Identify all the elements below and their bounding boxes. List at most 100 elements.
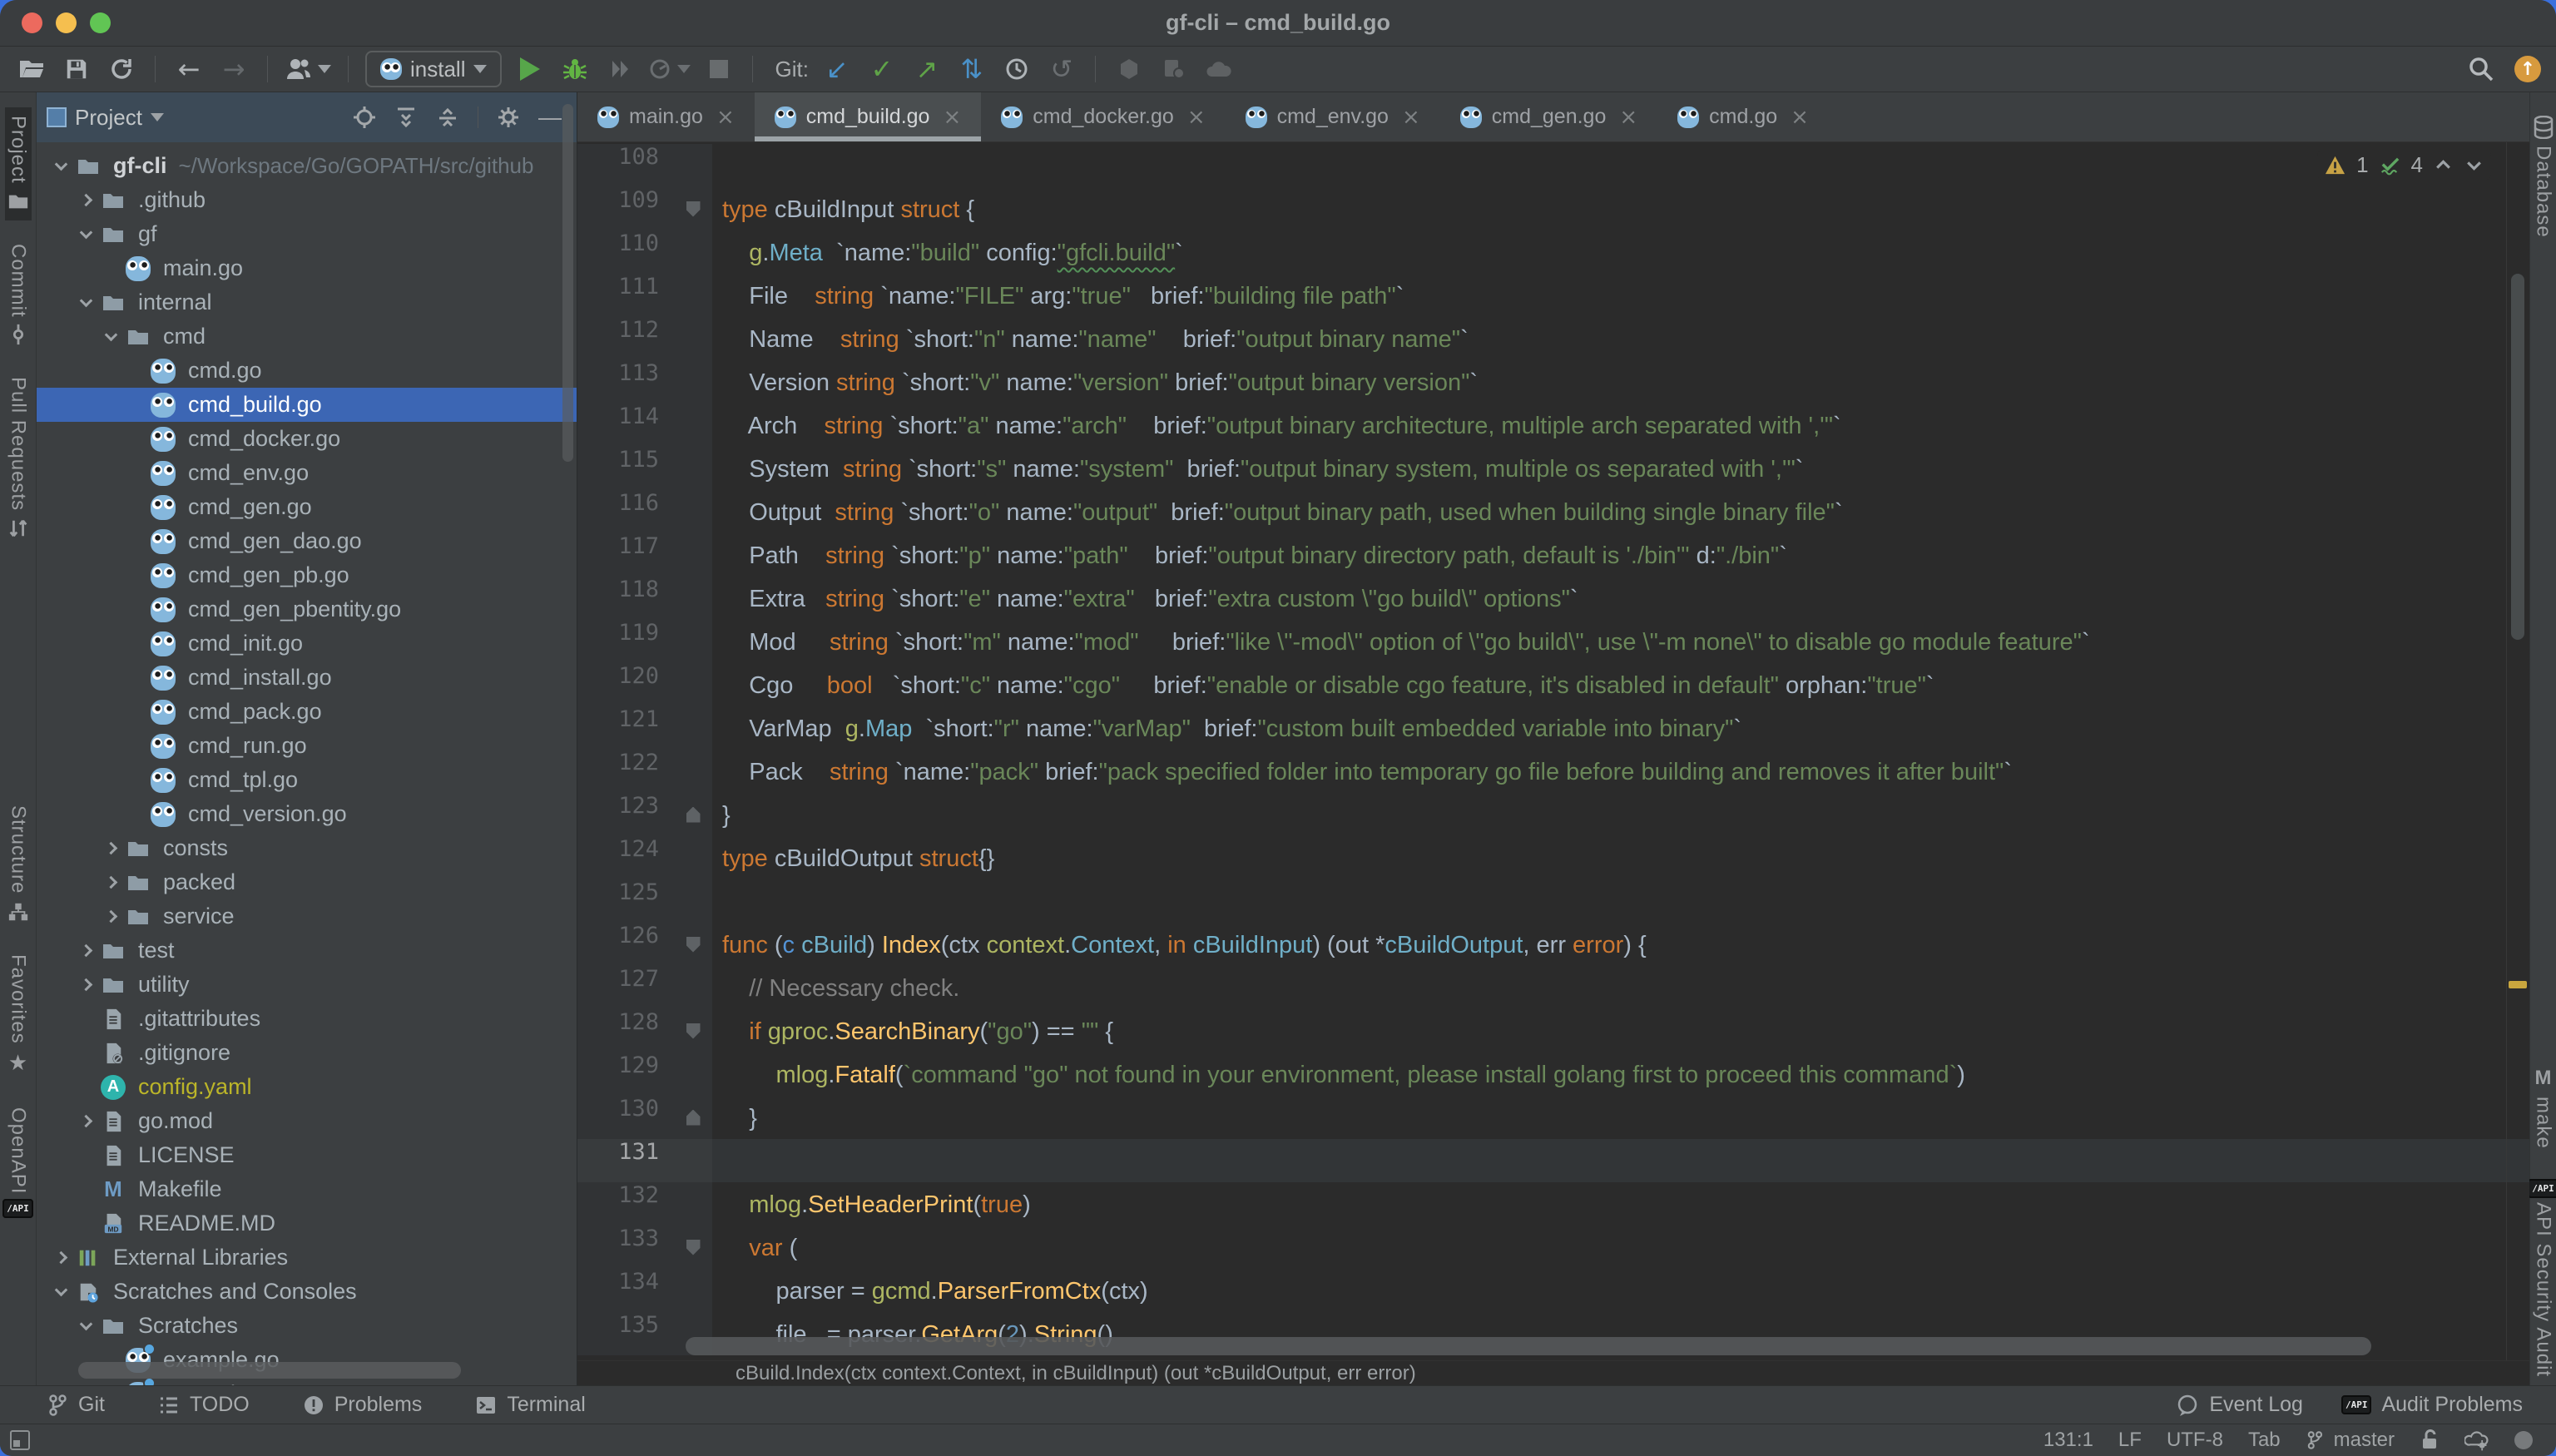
profiler-icon[interactable] <box>648 51 691 87</box>
tree-item-consts[interactable]: consts <box>37 831 577 865</box>
fold-marker-icon[interactable] <box>674 923 712 966</box>
toolwindow-event-log[interactable]: Event Log <box>2176 1393 2303 1417</box>
line-number[interactable]: 131 <box>577 1139 674 1182</box>
shelve-icon[interactable] <box>1112 51 1146 87</box>
tree-item-cmd.go[interactable]: cmd.go <box>37 354 577 388</box>
cloud-settings-icon[interactable] <box>2464 1429 2489 1451</box>
chevron-right-icon[interactable] <box>98 844 123 853</box>
line-number[interactable]: 124 <box>577 836 674 879</box>
line-number[interactable]: 113 <box>577 360 674 404</box>
tab-cmd_build.go[interactable]: cmd_build.go× <box>755 92 982 141</box>
close-icon[interactable]: × <box>943 105 961 130</box>
line-number[interactable]: 123 <box>577 793 674 836</box>
tree-item-config.yaml[interactable]: Aconfig.yaml <box>37 1070 577 1104</box>
users-icon[interactable] <box>285 51 331 87</box>
chevron-down-icon[interactable] <box>151 113 164 121</box>
chevron-right-icon[interactable] <box>98 912 123 921</box>
fold-marker-icon[interactable] <box>674 1226 712 1269</box>
history-icon[interactable] <box>1000 51 1033 87</box>
stripe-button-make[interactable]: Mmake <box>2530 1058 2556 1157</box>
project-tree[interactable]: gf-cli~/Workspace/Go/GOPATH/src/github.g… <box>37 142 577 1385</box>
tree-item-cmd_gen_pb.go[interactable]: cmd_gen_pb.go <box>37 558 577 592</box>
caret-position[interactable]: 131:1 <box>2043 1429 2093 1452</box>
tree-item-.gitattributes[interactable]: .gitattributes <box>37 1002 577 1036</box>
line-number[interactable]: 120 <box>577 663 674 706</box>
stripe-button-structure[interactable]: Structure <box>5 797 32 930</box>
line-number[interactable]: 133 <box>577 1226 674 1269</box>
fold-marker-icon[interactable] <box>674 1096 712 1139</box>
stripe-button-database[interactable]: Database <box>2530 107 2556 246</box>
back-icon[interactable]: ← <box>172 51 206 87</box>
close-icon[interactable]: × <box>1187 105 1206 130</box>
tree-item-internal[interactable]: internal <box>37 285 577 319</box>
tree-horizontal-scrollbar[interactable] <box>78 1362 461 1379</box>
project-panel-title[interactable]: Project <box>75 105 142 131</box>
debug-icon[interactable] <box>558 51 592 87</box>
line-number[interactable]: 126 <box>577 923 674 966</box>
stripe-button-commit[interactable]: Commit <box>5 235 32 354</box>
tree-item-cmd_gen_dao.go[interactable]: cmd_gen_dao.go <box>37 524 577 558</box>
tab-cmd_docker.go[interactable]: cmd_docker.go× <box>981 92 1225 141</box>
tree-item-main.go[interactable]: main.go <box>37 251 577 285</box>
line-number[interactable]: 111 <box>577 274 674 317</box>
stripe-button-favorites[interactable]: Favorites★ <box>5 946 32 1084</box>
line-number[interactable]: 112 <box>577 317 674 360</box>
line-number[interactable]: 127 <box>577 966 674 1009</box>
tree-item-cmd_tpl.go[interactable]: cmd_tpl.go <box>37 763 577 797</box>
search-history-icon[interactable] <box>1157 51 1191 87</box>
forward-icon[interactable]: → <box>217 51 250 87</box>
chevron-right-icon[interactable] <box>48 1253 73 1262</box>
line-number[interactable]: 132 <box>577 1182 674 1226</box>
chevron-right-icon[interactable] <box>73 1117 98 1126</box>
chevron-right-icon[interactable] <box>98 878 123 887</box>
line-number[interactable]: 129 <box>577 1052 674 1096</box>
warning-stripe-mark[interactable] <box>2509 981 2527 988</box>
line-number[interactable]: 121 <box>577 706 674 750</box>
tree-item-cmd_install.go[interactable]: cmd_install.go <box>37 661 577 695</box>
coverage-icon[interactable] <box>603 51 637 87</box>
tree-item-cmd_init.go[interactable]: cmd_init.go <box>37 626 577 661</box>
git-branch-widget[interactable]: master <box>2306 1429 2395 1452</box>
tab-cmd.go[interactable]: cmd.go× <box>1657 92 1829 141</box>
tree-item-cmd_run.go[interactable]: cmd_run.go <box>37 729 577 763</box>
tree-item-cmd_gen.go[interactable]: cmd_gen.go <box>37 490 577 524</box>
tree-item-LICENSE[interactable]: LICENSE <box>37 1138 577 1172</box>
line-number[interactable]: 125 <box>577 879 674 923</box>
indicator-dot-icon[interactable] <box>2514 1431 2533 1449</box>
inspections-widget[interactable]: 1 4 <box>2317 151 2491 180</box>
locate-icon[interactable] <box>348 101 381 134</box>
tree-item-Makefile[interactable]: MMakefile <box>37 1172 577 1206</box>
tree-item-service[interactable]: service <box>37 899 577 934</box>
tab-main.go[interactable]: main.go× <box>577 92 755 141</box>
chevron-down-icon[interactable] <box>48 163 73 169</box>
rollback-icon[interactable]: ↺ <box>1045 51 1078 87</box>
prev-problem-icon[interactable] <box>2433 155 2454 176</box>
tree-item-cmd_gen_pbentity.go[interactable]: cmd_gen_pbentity.go <box>37 592 577 626</box>
close-icon[interactable]: × <box>1402 105 1420 130</box>
tree-item-.github[interactable]: .github <box>37 183 577 217</box>
tree-item-test[interactable]: test <box>37 934 577 968</box>
chevron-down-icon[interactable] <box>73 231 98 237</box>
stripe-button-api-security-audit[interactable]: /APIAPI Security Audit <box>2526 1172 2556 1385</box>
line-number[interactable]: 134 <box>577 1269 674 1312</box>
tree-item-External Libraries[interactable]: External Libraries <box>37 1241 577 1275</box>
tree-item-cmd_version.go[interactable]: cmd_version.go <box>37 797 577 831</box>
chevron-right-icon[interactable] <box>73 980 98 989</box>
code-editor[interactable]: 108109type cBuildInput struct {110 g.Met… <box>577 142 2529 1385</box>
line-number[interactable]: 118 <box>577 577 674 620</box>
update-project-icon[interactable]: ↙ <box>820 51 854 87</box>
settings-gear-icon[interactable] <box>492 101 525 134</box>
stripe-button-pull-requests[interactable]: Pull Requests <box>5 369 32 547</box>
save-icon[interactable] <box>60 51 93 87</box>
commit-check-icon[interactable]: ✓ <box>865 51 899 87</box>
tree-item-cmd[interactable]: cmd <box>37 319 577 354</box>
editor-vertical-scrollbar[interactable] <box>2511 274 2524 640</box>
fold-marker-icon[interactable] <box>674 1009 712 1052</box>
line-separator[interactable]: LF <box>2118 1429 2142 1452</box>
line-number[interactable]: 122 <box>577 750 674 793</box>
tree-item-Scratches and Consoles[interactable]: Scratches and Consoles <box>37 1275 577 1309</box>
close-icon[interactable]: × <box>716 105 735 130</box>
tree-item-utility[interactable]: utility <box>37 968 577 1002</box>
cloud-icon[interactable] <box>1202 51 1236 87</box>
tree-item-go.mod[interactable]: go.mod <box>37 1104 577 1138</box>
